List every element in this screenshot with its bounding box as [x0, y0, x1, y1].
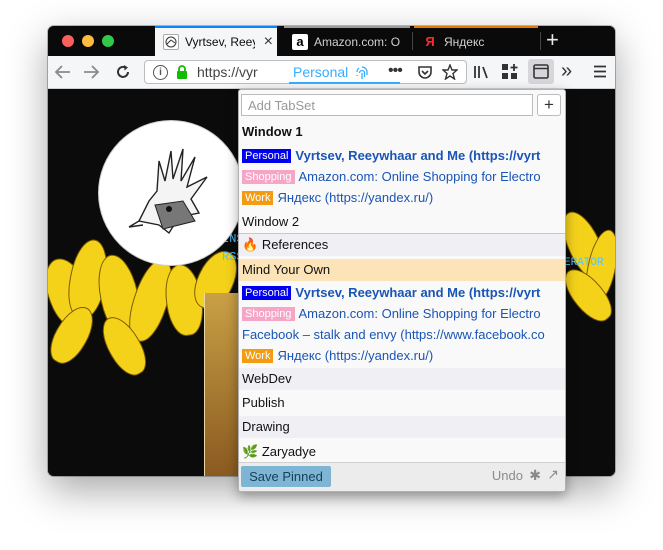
container-badge: Work — [242, 191, 274, 205]
zoom-window-button[interactable] — [102, 35, 114, 47]
container-indicator — [289, 82, 400, 84]
tabset-mind-your-own[interactable]: Mind Your Own — [239, 259, 565, 281]
container-label[interactable]: Personal — [293, 64, 348, 80]
tab-row[interactable]: Shopping Amazon.com: Online Shopping for … — [239, 166, 565, 188]
tab-title: Amazon.com: Online Shopping for Electro — [298, 169, 541, 184]
panel-footer: Save Pinned Undo ✱ ↗ — [239, 462, 565, 491]
forward-icon[interactable] — [82, 64, 100, 80]
site-text-fragment: ERATOR — [564, 257, 604, 269]
add-tabset-button[interactable]: + — [537, 94, 561, 116]
tab-amazon[interactable]: a Amazon.com: On — [284, 26, 410, 56]
tab-separator — [540, 32, 541, 50]
close-window-button[interactable] — [62, 35, 74, 47]
tab-title: Amazon.com: Online Shopping for Electro — [298, 306, 541, 321]
tabset-drawing[interactable]: Drawing — [239, 416, 565, 438]
back-icon[interactable] — [54, 64, 72, 80]
tab-row[interactable]: Shopping Amazon.com: Online Shopping for … — [239, 303, 565, 325]
tab-title: Яндекс — [444, 35, 485, 49]
minimize-window-button[interactable] — [82, 35, 94, 47]
navigation-toolbar: i https://vyr Personal ••• » — [48, 56, 615, 89]
undo-button[interactable]: Undo — [492, 468, 523, 483]
overflow-chevron-icon[interactable]: » — [561, 59, 572, 83]
bird-illustration-icon — [128, 148, 208, 235]
tab-title: Vyrtsev, Reey — [185, 35, 255, 49]
tab-vyrtsev[interactable]: Vyrtsev, Reey × — [155, 26, 277, 56]
library-icon[interactable] — [473, 64, 491, 80]
tab-title: Amazon.com: On — [314, 35, 400, 49]
reload-icon[interactable] — [114, 63, 132, 81]
tabset-references[interactable]: 🔥 References — [239, 234, 565, 256]
pocket-icon[interactable] — [417, 65, 433, 80]
page-actions-icon[interactable]: ••• — [388, 62, 403, 80]
add-tabset-row: Add TabSet + — [239, 90, 565, 120]
info-icon[interactable]: i — [153, 65, 168, 80]
expand-icon[interactable]: ↗ — [547, 466, 559, 483]
add-tabset-input[interactable]: Add TabSet — [241, 94, 533, 116]
tab-title: Яндекс (https://yandex.ru/) — [277, 190, 434, 205]
fingerprint-icon[interactable] — [355, 65, 369, 81]
tab-title: Vyrtsev, Reeywhaar and Me (https://vyrt — [295, 285, 541, 300]
bird-icon — [163, 34, 179, 50]
tab-separator — [412, 32, 413, 50]
bookmark-star-icon[interactable] — [442, 64, 458, 80]
tabset-label: Zaryadye — [261, 444, 317, 459]
close-tab-icon[interactable]: × — [264, 34, 273, 50]
container-badge: Shopping — [242, 170, 295, 184]
tab-row[interactable]: Facebook – stalk and envy (https://www.f… — [239, 324, 565, 346]
lock-icon[interactable] — [175, 65, 189, 79]
tabsets-panel: Add TabSet + Window 1 Personal Vyrtsev, R… — [238, 89, 566, 492]
window-header-1[interactable]: Window 1 — [239, 121, 565, 143]
hamburger-menu-icon[interactable] — [593, 65, 607, 78]
new-tab-button[interactable]: + — [546, 28, 559, 52]
tab-title: Vyrtsev, Reeywhaar and Me (https://vyrt — [295, 148, 541, 163]
container-badge: Shopping — [242, 307, 295, 321]
tab-yandex[interactable]: Я Яндекс — [414, 26, 538, 56]
url-bar[interactable]: i https://vyr Personal ••• — [144, 60, 467, 84]
tab-strip: Vyrtsev, Reey × a Amazon.com: On Я Яндек… — [48, 26, 615, 56]
yandex-icon: Я — [425, 34, 435, 49]
save-pinned-button[interactable]: Save Pinned — [241, 466, 331, 487]
herb-icon: 🌿 — [242, 444, 259, 459]
gear-icon[interactable]: ✱ — [529, 467, 541, 484]
tab-row[interactable]: Work Яндекс (https://yandex.ru/) — [239, 187, 565, 209]
tabset-webdev[interactable]: WebDev — [239, 368, 565, 390]
tab-row[interactable]: Personal Vyrtsev, Reeywhaar and Me (https… — [239, 145, 565, 167]
fire-icon: 🔥 — [242, 237, 259, 252]
tab-row[interactable]: Personal Vyrtsev, Reeywhaar and Me (https… — [239, 282, 565, 304]
window-icon — [533, 64, 549, 79]
tab-title: Facebook – stalk and envy (https://www.f… — [242, 327, 545, 342]
tab-title: Яндекс (https://yandex.ru/) — [277, 348, 434, 363]
tabset-publish[interactable]: Publish — [239, 392, 565, 414]
amazon-icon: a — [292, 34, 308, 50]
container-badge: Personal — [242, 286, 292, 300]
tab-row[interactable]: Work Яндекс (https://yandex.ru/) — [239, 345, 565, 367]
container-badge: Personal — [242, 149, 292, 163]
container-badge: Work — [242, 349, 274, 363]
tabset-zaryadye[interactable]: 🌿 Zaryadye — [239, 441, 565, 463]
tabsets-toolbar-button[interactable] — [528, 59, 554, 84]
extensions-grid-icon[interactable] — [501, 63, 519, 81]
window-header-2[interactable]: Window 2 — [239, 211, 565, 233]
url-text[interactable]: https://vyr — [197, 64, 265, 80]
avatar[interactable] — [98, 120, 244, 266]
tabset-label: References — [261, 237, 329, 252]
